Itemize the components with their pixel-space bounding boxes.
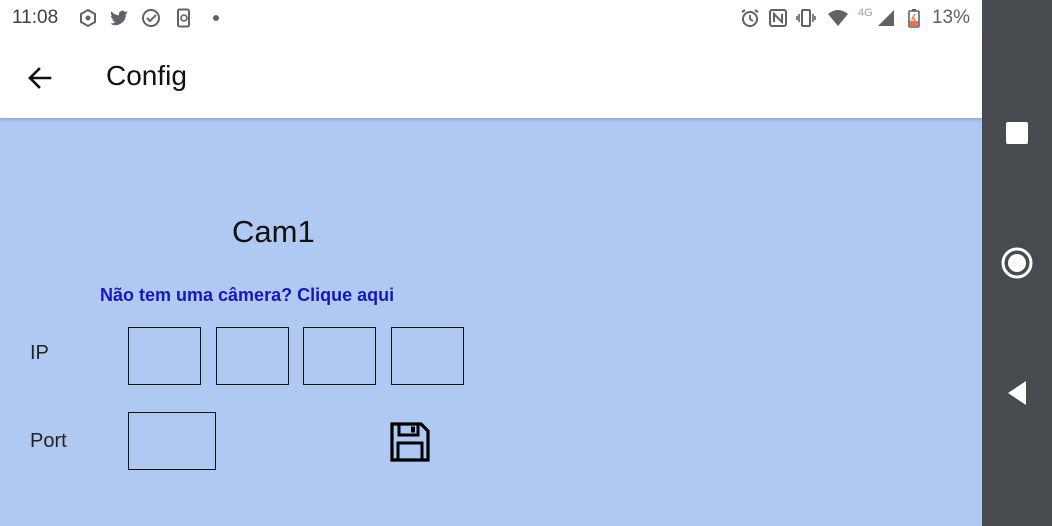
ip-octet-1-input[interactable]	[128, 327, 201, 385]
hexagon-notification-icon	[80, 8, 96, 28]
network-type: 4G	[858, 7, 873, 19]
recents-square-icon[interactable]	[996, 112, 1038, 154]
wifi-icon	[828, 10, 848, 26]
home-circle-icon[interactable]	[996, 242, 1038, 284]
back-triangle-icon[interactable]	[996, 372, 1038, 414]
page-title: Config	[106, 60, 187, 91]
system-nav-bar	[982, 0, 1052, 526]
ip-octet-2-input[interactable]	[216, 327, 289, 385]
status-bar: 11:08 4G 13%	[0, 0, 982, 36]
dot-icon	[213, 15, 219, 21]
port-input[interactable]	[128, 412, 216, 470]
camera-name: Cam1	[232, 214, 315, 249]
check-circle-icon	[142, 9, 160, 27]
ip-label: IP	[30, 342, 49, 364]
alarm-icon	[741, 9, 759, 27]
floppy-disk-icon[interactable]	[389, 421, 431, 463]
no-camera-link[interactable]: Não tem uma câmera? Clique aqui	[100, 285, 394, 306]
config-content: Cam1 Não tem uma câmera? Clique aqui IP …	[0, 118, 982, 526]
twitter-icon	[110, 10, 128, 26]
status-time: 11:08	[12, 7, 59, 28]
battery-percent: 13%	[931, 7, 970, 28]
battery-icon	[908, 9, 920, 28]
vibrate-icon	[796, 9, 816, 27]
arrow-back-icon[interactable]	[20, 58, 60, 98]
signal-icon	[878, 10, 894, 26]
phone-sync-icon	[177, 8, 190, 28]
port-label: Port	[30, 430, 67, 452]
nfc-icon	[769, 9, 787, 27]
app-bar: Config	[0, 36, 982, 118]
ip-octet-3-input[interactable]	[303, 327, 376, 385]
ip-octet-4-input[interactable]	[391, 327, 464, 385]
